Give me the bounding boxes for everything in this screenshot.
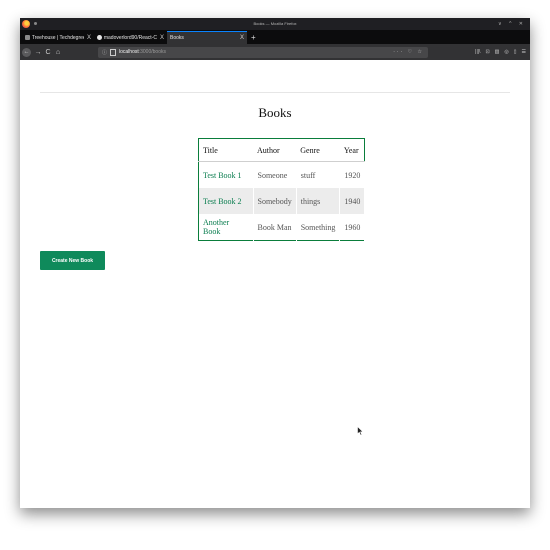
- tab-github[interactable]: madoverlord90/React-Cr X: [94, 31, 167, 44]
- home-icon[interactable]: ⌂: [53, 49, 63, 56]
- book-genre: things: [296, 188, 341, 214]
- treehouse-favicon-icon: [25, 35, 30, 40]
- window-controls[interactable]: ∨ ^ ✕: [498, 18, 526, 30]
- address-bar[interactable]: ⓘ localhost :3000/books ··· ♡ ☆: [98, 46, 428, 58]
- column-header-genre: Genre: [296, 138, 340, 162]
- sidebar-icon[interactable]: ▥: [495, 49, 500, 55]
- book-genre: stuff: [296, 161, 341, 188]
- window-title: Books — Mozilla Firefox: [253, 21, 297, 26]
- tab-books[interactable]: Books X: [167, 31, 247, 44]
- menu-icon[interactable]: ☰: [522, 49, 526, 55]
- account-icon[interactable]: ◎: [504, 49, 508, 55]
- tab-label: madoverlord90/React-Cr: [103, 34, 157, 41]
- books-table: Title Author Genre Year Test Book 1 Some…: [198, 138, 366, 241]
- column-header-title: Title: [198, 138, 253, 162]
- table-row: Test Book 1 Someone stuff 1920: [198, 161, 366, 188]
- title-bar: Books — Mozilla Firefox ∨ ^ ✕: [20, 18, 530, 30]
- tab-label: Treehouse | Techdegree: [31, 34, 84, 41]
- book-genre: Something: [296, 214, 341, 241]
- new-tab-button[interactable]: +: [247, 31, 260, 44]
- book-title-link[interactable]: Test Book 1: [198, 161, 254, 188]
- tab-treehouse[interactable]: Treehouse | Techdegree X: [22, 31, 94, 44]
- book-author: Someone: [253, 161, 297, 188]
- info-icon[interactable]: ⓘ: [102, 49, 108, 56]
- mouse-cursor-icon: [357, 426, 364, 436]
- close-tab-icon[interactable]: X: [240, 35, 244, 41]
- github-favicon-icon: [97, 35, 102, 40]
- toolbar-right: |||\ ⊡ ▥ ◎ ▯ ☰: [475, 44, 526, 60]
- page-actions-icons[interactable]: ··· ♡ ☆: [393, 49, 424, 55]
- book-title-link[interactable]: Test Book 2: [198, 188, 254, 214]
- forward-arrow-icon[interactable]: →: [33, 49, 43, 56]
- reader-view-icon[interactable]: ⊡: [485, 49, 489, 55]
- book-year: 1940: [339, 188, 366, 214]
- back-arrow-icon[interactable]: ←: [22, 47, 31, 57]
- book-year: 1920: [339, 161, 366, 188]
- url-host: localhost: [119, 49, 139, 55]
- book-year: 1960: [339, 214, 366, 241]
- extension-icon[interactable]: ▯: [514, 49, 517, 55]
- tab-strip: Treehouse | Techdegree X madoverlord90/R…: [20, 30, 530, 44]
- firefox-logo-icon: [22, 20, 30, 28]
- table-row: Test Book 2 Somebody things 1940: [198, 188, 366, 214]
- book-author: Book Man: [253, 214, 297, 241]
- table-row: Another Book Book Man Something 1960: [198, 214, 366, 241]
- column-header-author: Author: [253, 138, 297, 162]
- book-author: Somebody: [253, 188, 297, 214]
- page-icon: [110, 48, 116, 56]
- page-content: Books Title Author Genre Year Test Book …: [20, 60, 530, 508]
- header-divider: [40, 92, 510, 93]
- page-title: Books: [258, 105, 292, 120]
- table-header-row: Title Author Genre Year: [198, 138, 365, 162]
- reload-icon[interactable]: C: [43, 49, 53, 56]
- close-tab-icon[interactable]: X: [87, 35, 91, 41]
- browser-window: Books — Mozilla Firefox ∨ ^ ✕ Treehouse …: [20, 18, 530, 508]
- tab-label: Books: [170, 35, 184, 41]
- window-menu-icon[interactable]: [34, 22, 37, 25]
- column-header-year: Year: [339, 138, 365, 162]
- navigation-bar: ← → C ⌂ ⓘ localhost :3000/books ··· ♡ ☆ …: [20, 44, 530, 60]
- url-path: :3000/books: [138, 49, 166, 55]
- library-icon[interactable]: |||\: [475, 49, 480, 55]
- create-new-book-button[interactable]: Create New Book: [40, 251, 105, 270]
- book-title-link[interactable]: Another Book: [198, 214, 254, 241]
- close-tab-icon[interactable]: X: [160, 35, 164, 41]
